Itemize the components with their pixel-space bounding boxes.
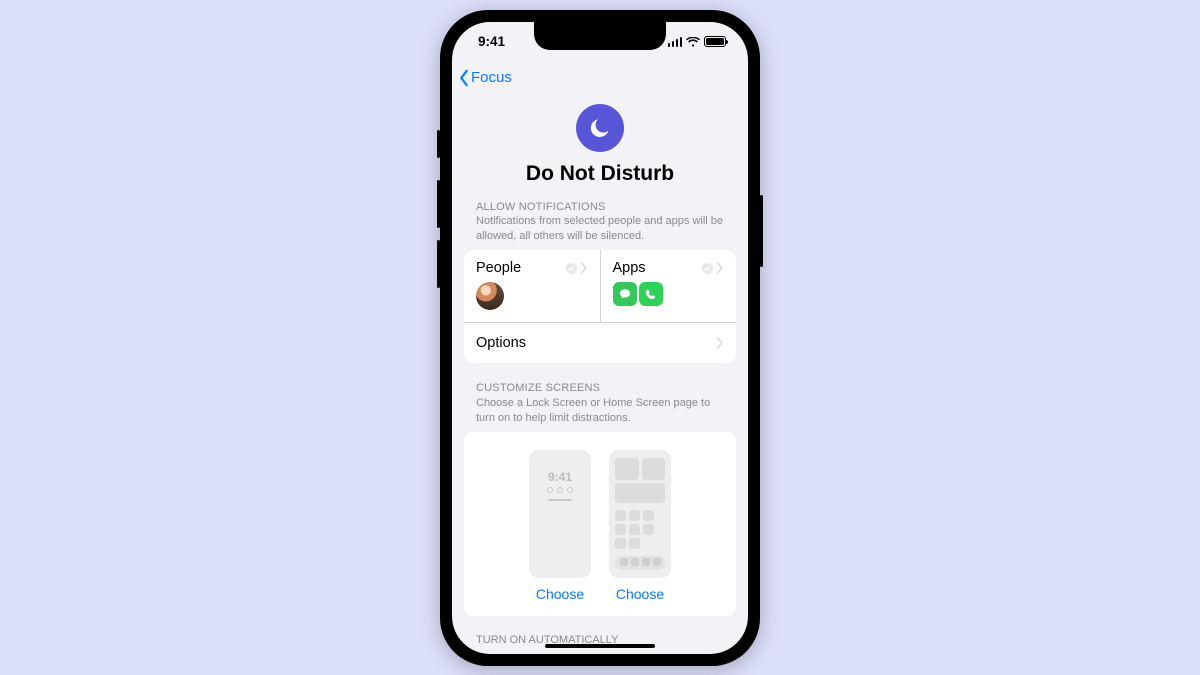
notch	[534, 22, 666, 50]
phone-app-icon	[639, 282, 663, 306]
lock-screen-thumb[interactable]: 9:41	[529, 450, 591, 578]
messages-app-icon	[613, 282, 637, 306]
allowed-person-avatar	[476, 282, 504, 310]
lock-thumb-widgets	[547, 487, 573, 493]
people-cell[interactable]: People	[464, 250, 600, 322]
home-screen-option: Choose	[609, 450, 671, 602]
chevron-right-icon	[716, 262, 724, 274]
silence-icon	[565, 262, 578, 275]
options-cell[interactable]: Options	[464, 323, 736, 363]
power-button[interactable]	[760, 195, 763, 267]
allow-card: People Apps	[464, 250, 736, 363]
apps-cell[interactable]: Apps	[600, 250, 737, 322]
moon-icon	[576, 104, 624, 152]
customize-header: CUSTOMIZE SCREENS Choose a Lock Screen o…	[452, 363, 748, 432]
allow-header-title: ALLOW NOTIFICATIONS	[476, 200, 724, 215]
mute-switch[interactable]	[437, 130, 440, 158]
apps-label: Apps	[613, 260, 646, 276]
volume-down-button[interactable]	[437, 240, 440, 288]
silence-icon	[701, 262, 714, 275]
home-screen-thumb[interactable]	[609, 450, 671, 578]
chevron-right-icon	[580, 262, 588, 274]
choose-lock-button[interactable]: Choose	[529, 586, 591, 602]
focus-hero: Do Not Disturb	[452, 94, 748, 200]
chevron-left-icon	[458, 69, 470, 87]
auto-header: TURN ON AUTOMATICALLY	[452, 616, 748, 646]
lock-screen-option: 9:41 Choose	[529, 450, 591, 602]
back-button[interactable]: Focus	[458, 69, 512, 87]
settings-content[interactable]: Focus Do Not Disturb ALLOW NOTIFICATIONS…	[452, 22, 748, 654]
phone-screen: 9:41 Focus	[452, 22, 748, 654]
allow-header-desc: Notifications from selected people and a…	[476, 214, 724, 244]
options-label: Options	[476, 335, 526, 351]
cellular-icon	[668, 37, 683, 47]
customize-header-title: CUSTOMIZE SCREENS	[476, 381, 724, 396]
allow-header: ALLOW NOTIFICATIONS Notifications from s…	[452, 200, 748, 251]
people-label: People	[476, 260, 521, 276]
status-time: 9:41	[478, 34, 505, 49]
choose-home-button[interactable]: Choose	[609, 586, 671, 602]
customize-card: 9:41 Choose	[464, 432, 736, 616]
phone-frame: 9:41 Focus	[440, 10, 760, 666]
home-indicator[interactable]	[545, 644, 655, 648]
volume-up-button[interactable]	[437, 180, 440, 228]
customize-header-desc: Choose a Lock Screen or Home Screen page…	[476, 396, 724, 426]
chevron-right-icon	[716, 337, 724, 349]
battery-icon	[704, 36, 726, 47]
page-title: Do Not Disturb	[452, 162, 748, 186]
lock-thumb-time: 9:41	[548, 470, 572, 484]
back-label: Focus	[471, 69, 512, 86]
wifi-icon	[686, 37, 700, 47]
